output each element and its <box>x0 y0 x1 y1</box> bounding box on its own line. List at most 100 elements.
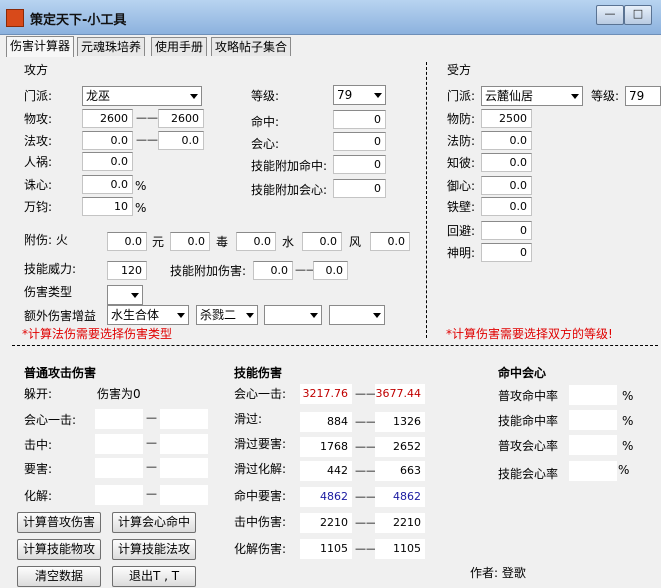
percent-sign: % <box>135 201 147 215</box>
phys-attack-min-input[interactable]: 2600 <box>82 109 133 128</box>
normal-resolve-max <box>160 485 208 505</box>
crit-input[interactable]: 0 <box>333 132 386 151</box>
chevron-down-icon <box>177 313 185 318</box>
shenming-input[interactable]: 0 <box>481 243 532 262</box>
tab-guides[interactable]: 攻略帖子集合 <box>211 37 292 56</box>
calc-normal-damage-button[interactable]: 计算普攻伤害 <box>17 512 101 533</box>
tab-damage-calculator[interactable]: 伤害计算器 <box>6 36 75 57</box>
exit-button[interactable]: 退出T , T <box>112 566 196 587</box>
skill-crit-min: 3217.76 <box>300 384 352 404</box>
shui-input[interactable]: 0.0 <box>302 232 342 251</box>
defend-level-label: 等级: <box>591 89 620 103</box>
range-separator: — <box>146 460 157 473</box>
percent-sign: % <box>618 463 630 477</box>
fire-input[interactable]: 0.0 <box>107 232 147 251</box>
skill-crit-max: 3677.44 <box>375 384 425 404</box>
percent-sign: % <box>622 389 634 403</box>
clear-data-button[interactable]: 清空数据 <box>17 566 101 587</box>
zhuxin-input[interactable]: 0.0 <box>82 175 133 194</box>
yuan-input[interactable]: 0.0 <box>170 232 210 251</box>
graze-vital-min: 1768 <box>300 437 352 457</box>
tab-soul-bead[interactable]: 元魂珠培养 <box>77 37 146 56</box>
range-separator: —— <box>355 542 377 555</box>
defend-sect-select[interactable]: 云麓仙居 <box>481 86 583 106</box>
extra-boost-select-3[interactable] <box>264 305 322 325</box>
minimize-button[interactable]: — <box>596 5 624 25</box>
author-credit: 作者: 登歌 <box>470 566 526 580</box>
tiebi-input[interactable]: 0.0 <box>481 197 532 216</box>
range-separator: —— <box>355 490 377 503</box>
calc-skill-phys-button[interactable]: 计算技能物攻 <box>17 539 101 560</box>
horizontal-divider <box>12 345 658 346</box>
attack-sect-select[interactable]: 龙巫 <box>82 86 202 106</box>
normal-attack-title: 普通攻击伤害 <box>24 366 97 380</box>
defend-sect-label: 门派: <box>447 89 476 103</box>
zhuxin-label: 诛心: <box>24 178 53 192</box>
damage-type-select[interactable] <box>107 285 143 305</box>
skill-hit-input[interactable]: 0 <box>333 155 386 174</box>
calc-skill-mag-button[interactable]: 计算技能法攻 <box>112 539 196 560</box>
normal-hit-rate-value <box>569 385 617 405</box>
dodge-input[interactable]: 0 <box>481 221 532 240</box>
hit-input[interactable]: 0 <box>333 110 386 129</box>
percent-sign: % <box>135 179 147 193</box>
wanjun-input[interactable]: 10 <box>82 197 133 216</box>
renhuo-input[interactable]: 0.0 <box>82 152 133 171</box>
rates-title: 命中会心 <box>498 366 547 380</box>
mag-attack-label: 法攻: <box>24 134 53 148</box>
range-separator: —— <box>136 111 158 124</box>
vertical-divider <box>426 62 427 338</box>
skill-damage-min-input[interactable]: 0.0 <box>253 261 293 280</box>
attack-level-label: 等级: <box>251 89 280 103</box>
shenming-label: 神明: <box>447 246 476 260</box>
du-input[interactable]: 0.0 <box>236 232 276 251</box>
graze-resolve-label: 滑过化解: <box>234 462 287 476</box>
phys-attack-max-input[interactable]: 2600 <box>158 109 204 128</box>
defend-level-select[interactable]: 79 <box>625 86 661 106</box>
skill-hit-rate-label: 技能命中率 <box>498 414 559 428</box>
skill-crit-label: 技能附加会心: <box>251 183 328 197</box>
tab-manual[interactable]: 使用手册 <box>151 37 208 56</box>
skill-damage-title: 技能伤害 <box>234 366 283 380</box>
mag-attack-max-input[interactable]: 0.0 <box>158 131 204 150</box>
skill-damage-max-input[interactable]: 0.0 <box>313 261 348 280</box>
range-separator: —— <box>355 516 377 529</box>
normal-crit-rate-label: 普攻会心率 <box>498 439 559 453</box>
calc-crit-hit-button[interactable]: 计算会心命中 <box>112 512 196 533</box>
skill-power-input[interactable]: 120 <box>107 261 147 280</box>
extra-boost-select-4[interactable] <box>329 305 385 325</box>
skill-crit-input[interactable]: 0 <box>333 179 386 198</box>
extra-boost-select-2[interactable]: 杀戮二 <box>196 305 258 325</box>
normal-resolve-label: 化解: <box>24 489 53 503</box>
percent-sign: % <box>622 439 634 453</box>
app-icon <box>6 9 24 27</box>
attack-sect-label: 门派: <box>24 89 53 103</box>
feng-input[interactable]: 0.0 <box>370 232 410 251</box>
zhibi-input[interactable]: 0.0 <box>481 153 532 172</box>
window-title: 策定天下-小工具 <box>30 13 127 28</box>
phys-attack-label: 物攻: <box>24 112 53 126</box>
mag-def-input[interactable]: 0.0 <box>481 131 532 150</box>
graze-min: 884 <box>300 412 352 432</box>
skill-damage-label: 技能附加伤害: <box>170 264 247 278</box>
graze-label: 滑过: <box>234 412 263 426</box>
yuan-label: 元 <box>152 235 165 249</box>
resolve-damage-max: 1105 <box>375 539 425 559</box>
maximize-button[interactable]: □ <box>624 5 652 25</box>
extra-boost-select-1[interactable]: 水生合体 <box>107 305 189 325</box>
phys-def-label: 物防: <box>447 112 476 126</box>
phys-def-input[interactable]: 2500 <box>481 109 532 128</box>
range-separator: — <box>146 487 157 500</box>
range-separator: — <box>146 436 157 449</box>
hit-vital-min: 4862 <box>300 487 352 507</box>
skill-crit-rate-label: 技能会心率 <box>498 467 559 481</box>
yuxin-label: 御心: <box>447 179 476 193</box>
attack-level-select[interactable]: 79 <box>333 85 386 105</box>
yuxin-input[interactable]: 0.0 <box>481 176 532 195</box>
normal-hit-rate-label: 普攻命中率 <box>498 389 559 403</box>
normal-resolve-min <box>95 485 143 505</box>
normal-hit-min <box>95 434 143 454</box>
mag-attack-min-input[interactable]: 0.0 <box>82 131 133 150</box>
fushang-fire-label: 附伤: 火 <box>24 233 68 247</box>
hit-damage-label: 击中伤害: <box>234 515 287 529</box>
